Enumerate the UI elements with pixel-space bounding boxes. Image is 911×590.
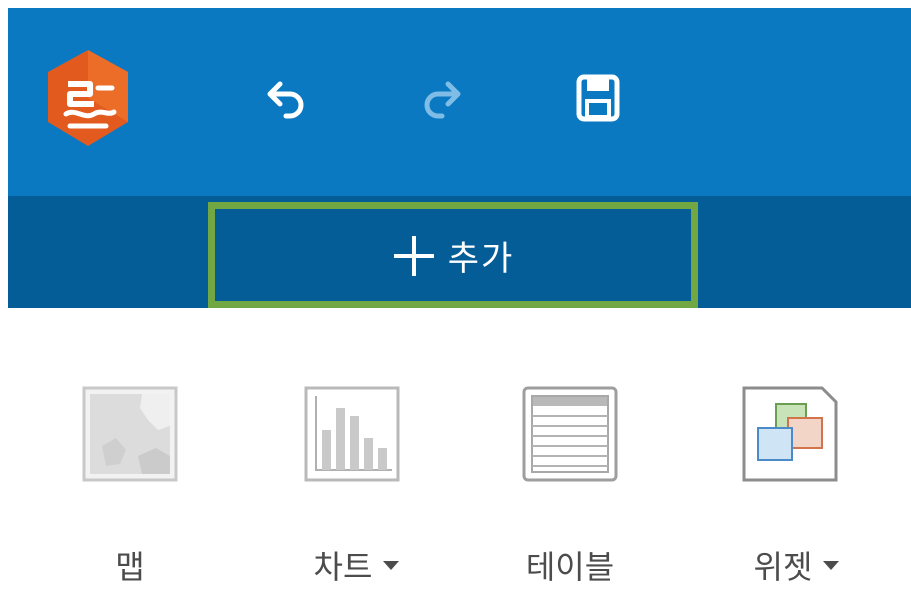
undo-button[interactable] — [258, 70, 314, 126]
redo-button[interactable] — [414, 70, 470, 126]
map-tile-label[interactable]: 맵 — [82, 543, 178, 587]
table-tile-label[interactable]: 테이블 — [500, 543, 640, 587]
app-logo-icon — [40, 48, 136, 148]
undo-icon — [267, 81, 304, 119]
map-thumbnail-icon — [82, 386, 178, 482]
widget-thumbnail-icon — [742, 386, 838, 482]
bar-chart-thumbnail-icon — [304, 386, 400, 482]
chevron-down-icon[interactable] — [382, 559, 400, 571]
redo-icon — [424, 81, 461, 119]
chart-tile-label[interactable]: 차트 — [272, 543, 442, 587]
table-thumbnail-icon — [522, 386, 618, 482]
save-icon — [576, 74, 620, 122]
widget-tile-label[interactable]: 위젯 — [712, 543, 882, 587]
table-tile[interactable] — [522, 386, 618, 482]
save-button[interactable] — [570, 70, 626, 126]
widget-tile[interactable] — [742, 386, 838, 482]
map-tile[interactable] — [82, 386, 178, 482]
add-button[interactable]: 추가 — [208, 202, 698, 308]
add-button-label: 추가 — [447, 238, 515, 279]
chevron-down-icon[interactable] — [822, 559, 840, 571]
window-top-edge — [0, 0, 911, 8]
chart-tile[interactable] — [304, 386, 400, 482]
plus-icon — [393, 236, 434, 276]
